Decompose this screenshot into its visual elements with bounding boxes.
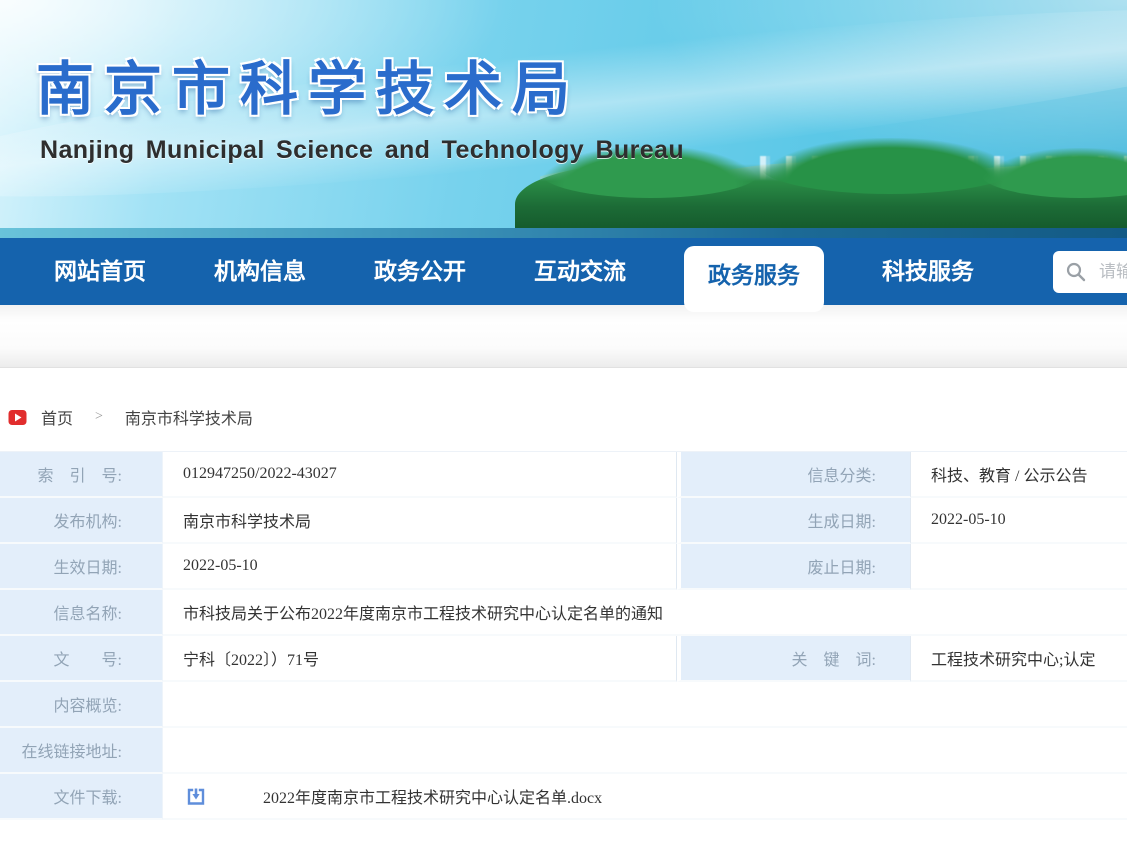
header-banner: 南京市科学技术局 Nanjing Municipal Science and T…: [0, 0, 1127, 238]
nav-item-org-info[interactable]: 机构信息: [204, 238, 316, 305]
banner-tree-blob: [760, 138, 1020, 194]
navbar-items: 网站首页 机构信息 政务公开 互动交流 政务服务 科技服务: [0, 238, 1127, 305]
value-file-download: 2022年度南京市工程技术研究中心认定名单.docx: [163, 774, 1127, 820]
nav-item-tech-services[interactable]: 科技服务: [872, 238, 984, 305]
value-info-class: 科技、教育 / 公示公告: [911, 452, 1127, 498]
nav-item-gov-services-active[interactable]: 政务服务: [684, 246, 824, 312]
label-index-no: 索 引 号:: [0, 452, 163, 498]
search-input[interactable]: [1099, 262, 1127, 282]
label-keywords: 关 键 词:: [677, 636, 911, 682]
value-doc-no: 宁科〔2022〕）71号: [163, 636, 677, 682]
breadcrumb-marker-icon: [8, 409, 27, 426]
download-icon[interactable]: [185, 785, 207, 807]
label-info-class: 信息分类:: [677, 452, 911, 498]
breadcrumb-separator: >: [95, 409, 103, 425]
value-publisher: 南京市科学技术局: [163, 498, 677, 544]
label-file-download: 文件下载:: [0, 774, 163, 820]
label-abolish-date: 废止日期:: [677, 544, 911, 590]
search-icon[interactable]: [1065, 261, 1087, 283]
nav-item-home[interactable]: 网站首页: [44, 238, 156, 305]
info-table: 索 引 号: 012947250/2022-43027 信息分类: 科技、教育 …: [0, 451, 1127, 820]
banner-water-strip: [0, 228, 1127, 238]
site-title-english: Nanjing Municipal Science and Technology…: [40, 136, 684, 165]
value-index-no: 012947250/2022-43027: [163, 452, 677, 498]
value-content-overview: [163, 682, 1127, 728]
value-online-link: [163, 728, 1127, 774]
label-content-overview: 内容概览:: [0, 682, 163, 728]
value-abolish-date: [911, 544, 1127, 590]
download-file-link[interactable]: 2022年度南京市工程技术研究中心认定名单.docx: [263, 784, 602, 808]
value-keywords: 工程技术研究中心;认定: [911, 636, 1127, 682]
value-gen-date: 2022-05-10: [911, 498, 1127, 544]
breadcrumb-home-link[interactable]: 首页: [41, 405, 73, 429]
nav-item-gov-disclosure[interactable]: 政务公开: [364, 238, 476, 305]
breadcrumb: 首页 > 南京市科学技术局: [8, 406, 1127, 428]
value-effect-date: 2022-05-10: [163, 544, 677, 590]
label-doc-no: 文 号:: [0, 636, 163, 682]
search-box[interactable]: [1053, 251, 1127, 293]
subnav-strip: [0, 305, 1127, 368]
label-effect-date: 生效日期:: [0, 544, 163, 590]
breadcrumb-current-page: 南京市科学技术局: [125, 405, 253, 429]
value-info-name: 市科技局关于公布2022年度南京市工程技术研究中心认定名单的通知: [163, 590, 1127, 636]
label-online-link: 在线链接地址:: [0, 728, 163, 774]
nav-item-interaction[interactable]: 互动交流: [524, 238, 636, 305]
label-info-name: 信息名称:: [0, 590, 163, 636]
label-publisher: 发布机构:: [0, 498, 163, 544]
site-title-chinese: 南京市科学技术局: [36, 42, 580, 126]
label-gen-date: 生成日期:: [677, 498, 911, 544]
main-navbar: 网站首页 机构信息 政务公开 互动交流 政务服务 科技服务: [0, 238, 1127, 305]
